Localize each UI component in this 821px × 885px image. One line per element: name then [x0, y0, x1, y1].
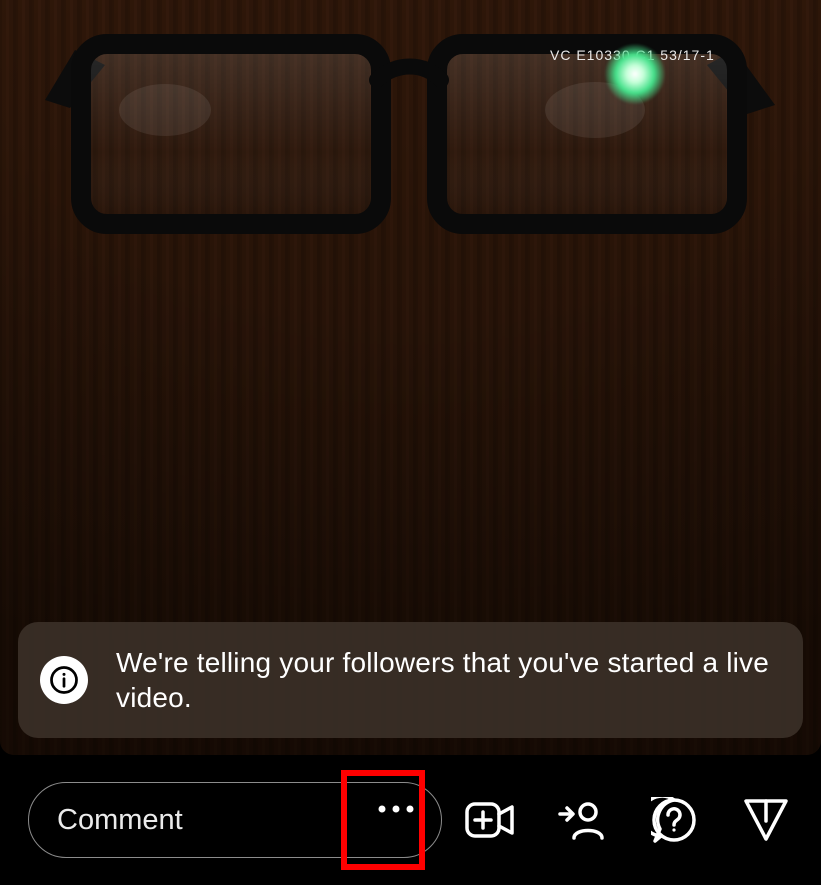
info-icon [40, 656, 88, 704]
send-button[interactable] [739, 793, 793, 847]
live-started-banner: We're telling your followers that you've… [18, 622, 803, 738]
add-guest-icon [558, 798, 606, 842]
add-video-button[interactable] [463, 793, 517, 847]
questions-button[interactable] [647, 793, 701, 847]
send-icon [743, 798, 789, 842]
live-video-screen: VC E10330 C1 53/17-1 We're telling your … [0, 0, 821, 885]
action-icons [463, 755, 793, 885]
glasses-illustration: VC E10330 C1 53/17-1 [35, 10, 785, 270]
bottom-bar [0, 755, 821, 885]
add-video-icon [465, 798, 515, 842]
questions-icon [651, 797, 697, 843]
add-guest-button[interactable] [555, 793, 609, 847]
lens-flare [605, 44, 665, 104]
more-options-button[interactable] [369, 782, 423, 836]
more-options-icon [376, 803, 416, 815]
banner-message: We're telling your followers that you've… [116, 645, 781, 715]
comment-input[interactable] [57, 804, 413, 837]
video-preview: VC E10330 C1 53/17-1 We're telling your … [0, 0, 821, 755]
